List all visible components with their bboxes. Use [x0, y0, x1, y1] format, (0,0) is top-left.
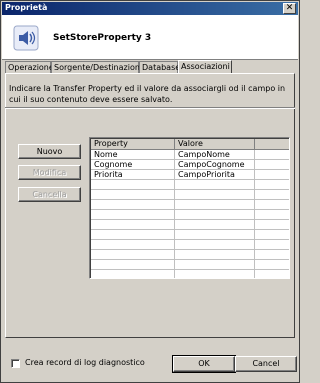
delete-button[interactable]: Cancella	[18, 187, 81, 202]
column-header-blank	[255, 139, 289, 150]
empty-row	[91, 200, 289, 210]
new-button[interactable]: Nuovo	[18, 144, 81, 159]
close-button[interactable]: ✕	[283, 3, 296, 14]
diagnostic-log-label[interactable]: Crea record di log diagnostico	[25, 358, 145, 367]
title-bar: Proprietà ✕	[2, 2, 298, 15]
diagnostic-log-checkbox[interactable]	[11, 359, 20, 368]
empty-row	[91, 220, 289, 230]
ok-button[interactable]: OK	[172, 355, 236, 373]
empty-row	[91, 210, 289, 220]
operation-name: SetStoreProperty 3	[53, 33, 152, 43]
cell-empty	[255, 150, 289, 160]
tab-database[interactable]: Database	[139, 61, 180, 73]
cancel-button[interactable]: Cancel	[235, 356, 297, 372]
grid-header: Property Valore	[91, 139, 289, 150]
associations-grid[interactable]: Property Valore Nome CampoNome Cognome C…	[89, 137, 290, 279]
empty-row	[91, 190, 289, 200]
cell-property: Nome	[91, 150, 175, 160]
empty-row	[91, 240, 289, 250]
table-row[interactable]: Cognome CampoCognome	[91, 160, 289, 170]
description-text: Indicare la Transfer Property ed il valo…	[9, 84, 286, 104]
cell-property: Priorita	[91, 170, 175, 180]
edit-button[interactable]: Modifica	[18, 165, 81, 180]
tab-sorgente-destinazione[interactable]: Sorgente/Destinazione	[51, 61, 145, 73]
cell-empty	[255, 170, 289, 180]
empty-row	[91, 270, 289, 278]
cell-property: Cognome	[91, 160, 175, 170]
window-title: Proprietà	[5, 3, 48, 12]
tab-operazione[interactable]: Operazione	[5, 61, 54, 73]
speaker-icon	[13, 25, 39, 51]
empty-row	[91, 180, 289, 190]
empty-row	[91, 250, 289, 260]
table-row[interactable]: Priorita CampoPriorita	[91, 170, 289, 180]
separator	[5, 107, 295, 109]
column-header-property[interactable]: Property	[91, 139, 175, 150]
cell-valore: CampoPriorita	[175, 170, 255, 180]
table-row[interactable]: Nome CampoNome	[91, 150, 289, 160]
tab-associazioni[interactable]: Associazioni	[178, 60, 232, 73]
column-header-valore[interactable]: Valore	[175, 139, 255, 150]
cell-valore: CampoNome	[175, 150, 255, 160]
empty-row	[91, 230, 289, 240]
empty-row	[91, 260, 289, 270]
properties-dialog: Proprietà ✕ SetStoreProperty 3 Operazion…	[0, 0, 300, 383]
cell-valore: CampoCognome	[175, 160, 255, 170]
header-panel: SetStoreProperty 3	[2, 15, 298, 60]
cell-empty	[255, 160, 289, 170]
